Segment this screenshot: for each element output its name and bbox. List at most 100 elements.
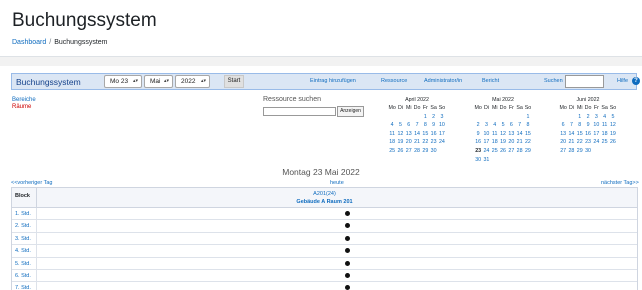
calendar-day[interactable]: 20 [507, 138, 515, 147]
calendar-day[interactable]: 2 [584, 113, 592, 122]
calendar-day[interactable]: 15 [421, 130, 429, 139]
slot-label[interactable]: 1. Std. [15, 211, 31, 217]
toolbar-search-input[interactable] [565, 75, 604, 88]
calendar-day[interactable]: 27 [507, 147, 515, 156]
calendar-day[interactable]: 11 [600, 121, 608, 130]
calendar-day[interactable]: 2 [429, 113, 437, 122]
slot-label[interactable]: 2. Std. [15, 223, 31, 229]
calendar-day[interactable]: 26 [396, 147, 404, 156]
calendar-day[interactable]: 29 [576, 147, 584, 156]
calendar-day[interactable]: 21 [515, 138, 523, 147]
help-icon[interactable]: ? [632, 77, 640, 85]
calendar-day[interactable]: 11 [491, 130, 499, 139]
calendar-day[interactable]: 13 [507, 130, 515, 139]
calendar-day[interactable]: 28 [413, 147, 421, 156]
free-slot-dot-icon[interactable] [345, 260, 350, 266]
calendar-day[interactable]: 30 [474, 156, 482, 165]
calendar-day[interactable]: 25 [388, 147, 396, 156]
calendar-day[interactable]: 16 [474, 138, 482, 147]
calendar-day[interactable]: 6 [507, 121, 515, 130]
calendar-day[interactable]: 9 [429, 121, 437, 130]
next-day-link[interactable]: nächster Tag>> [601, 180, 639, 186]
calendar-day[interactable]: 27 [559, 147, 567, 156]
calendar-day[interactable]: 28 [515, 147, 523, 156]
calendar-day[interactable]: 24 [482, 147, 490, 156]
resource-search-button[interactable]: Anzeigen [337, 106, 364, 117]
month-select[interactable]: Mai ▴▾ [144, 75, 173, 88]
calendar-day[interactable]: 8 [421, 121, 429, 130]
calendar-day-today[interactable]: 23 [474, 147, 482, 156]
calendar-day[interactable]: 18 [388, 138, 396, 147]
calendar-day[interactable]: 25 [491, 147, 499, 156]
calendar-day[interactable]: 22 [524, 138, 532, 147]
calendar-day[interactable]: 6 [405, 121, 413, 130]
calendar-day[interactable]: 22 [421, 138, 429, 147]
slot-label[interactable]: 3. Std. [15, 236, 31, 242]
calendar-day[interactable]: 10 [438, 121, 446, 130]
calendar-day[interactable]: 20 [559, 138, 567, 147]
calendar-day[interactable]: 10 [482, 130, 490, 139]
slot-label[interactable]: 6. Std. [15, 273, 31, 279]
calendar-day[interactable]: 22 [576, 138, 584, 147]
calendar-day[interactable]: 12 [499, 130, 507, 139]
calendar-day[interactable]: 23 [429, 138, 437, 147]
calendar-day[interactable]: 5 [609, 113, 617, 122]
calendar-day[interactable]: 2 [474, 121, 482, 130]
calendar-day[interactable]: 7 [413, 121, 421, 130]
search-link[interactable]: Suchen [544, 78, 563, 84]
calendar-day[interactable]: 16 [429, 130, 437, 139]
calendar-day[interactable]: 13 [559, 130, 567, 139]
calendar-day[interactable]: 25 [600, 138, 608, 147]
calendar-day[interactable]: 19 [396, 138, 404, 147]
calendar-day[interactable]: 24 [592, 138, 600, 147]
calendar-day[interactable]: 6 [559, 121, 567, 130]
free-slot-dot-icon[interactable] [345, 211, 350, 216]
calendar-day[interactable]: 10 [592, 121, 600, 130]
free-slot-dot-icon[interactable] [345, 235, 350, 241]
calendar-day[interactable]: 13 [405, 130, 413, 139]
calendar-day[interactable]: 18 [491, 138, 499, 147]
resource-search-input[interactable] [263, 107, 336, 116]
calendar-day[interactable]: 16 [584, 130, 592, 139]
calendar-day[interactable]: 21 [413, 138, 421, 147]
calendar-day[interactable]: 4 [388, 121, 396, 130]
calendar-day[interactable]: 9 [584, 121, 592, 130]
calendar-day[interactable]: 8 [524, 121, 532, 130]
day-select[interactable]: Mo 23 ▴▾ [104, 75, 142, 88]
calendar-day[interactable]: 24 [438, 138, 446, 147]
calendar-day[interactable]: 14 [515, 130, 523, 139]
breadcrumb-dashboard-link[interactable]: Dashboard [12, 39, 46, 46]
calendar-day[interactable]: 26 [499, 147, 507, 156]
calendar-day[interactable]: 17 [482, 138, 490, 147]
start-button[interactable]: Start [224, 75, 244, 88]
help-link[interactable]: Hilfe [617, 78, 628, 84]
calendar-day[interactable]: 8 [576, 121, 584, 130]
calendar-day[interactable]: 3 [438, 113, 446, 122]
calendar-day[interactable]: 26 [609, 138, 617, 147]
free-slot-dot-icon[interactable] [345, 223, 350, 229]
calendar-day[interactable]: 4 [600, 113, 608, 122]
calendar-day[interactable]: 21 [567, 138, 575, 147]
calendar-day[interactable]: 30 [584, 147, 592, 156]
free-slot-dot-icon[interactable] [345, 248, 350, 254]
calendar-day[interactable]: 14 [413, 130, 421, 139]
calendar-day[interactable]: 28 [567, 147, 575, 156]
calendar-day[interactable]: 19 [499, 138, 507, 147]
calendar-day[interactable]: 31 [482, 156, 490, 165]
calendar-day[interactable]: 23 [584, 138, 592, 147]
calendar-day[interactable]: 3 [592, 113, 600, 122]
add-entry-link[interactable]: Eintrag hinzufügen [310, 78, 356, 84]
calendar-day[interactable]: 18 [600, 130, 608, 139]
calendar-day[interactable]: 1 [421, 113, 429, 122]
areas-label[interactable]: Bereiche [12, 97, 36, 103]
calendar-day[interactable]: 29 [421, 147, 429, 156]
room-code-link[interactable]: A201(24) [12, 191, 637, 197]
calendar-day[interactable]: 5 [499, 121, 507, 130]
calendar-day[interactable]: 17 [592, 130, 600, 139]
admin-link[interactable]: Administrator/in [424, 78, 462, 84]
calendar-day[interactable]: 30 [429, 147, 437, 156]
calendar-day[interactable]: 7 [515, 121, 523, 130]
free-slot-dot-icon[interactable] [345, 285, 350, 290]
calendar-day[interactable]: 11 [388, 130, 396, 139]
room-name-link[interactable]: Gebäude A Raum 201 [12, 199, 637, 205]
